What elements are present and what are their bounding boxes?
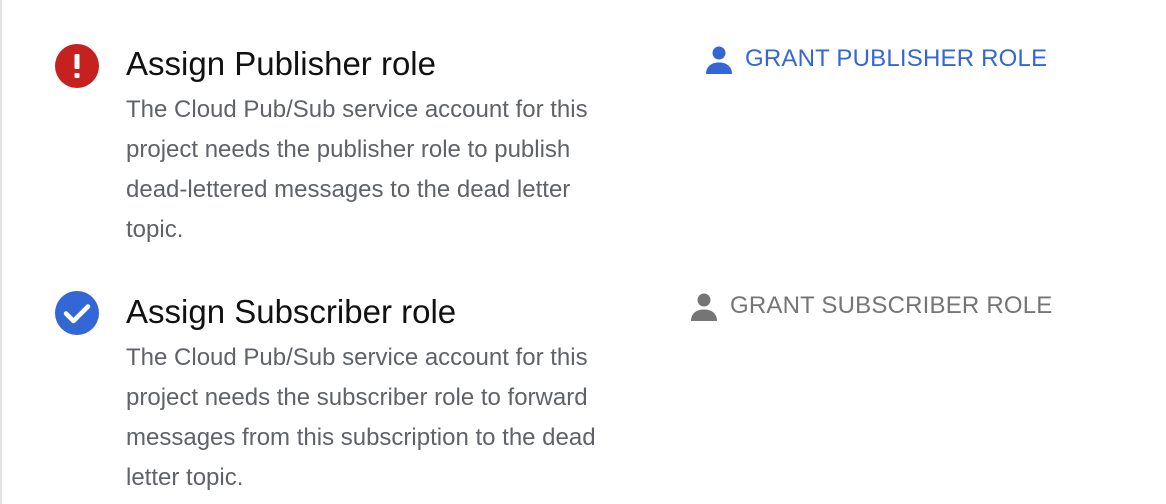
publisher-role-description: The Cloud Pub/Sub service account for th…: [126, 96, 588, 243]
person-icon: [690, 291, 718, 321]
grant-subscriber-role-label: GRANT SUBSCRIBER ROLE: [730, 292, 1053, 319]
person-icon: [705, 44, 733, 74]
subscriber-role-description: The Cloud Pub/Sub service account for th…: [126, 344, 596, 491]
dead-letter-permissions-panel: Assign Publisher role The Cloud Pub/Sub …: [0, 0, 1166, 504]
grant-publisher-role-button[interactable]: GRANT PUBLISHER ROLE: [705, 44, 1047, 74]
check-circle-icon: [55, 291, 99, 335]
publisher-role-title: Assign Publisher role: [126, 45, 436, 82]
grant-subscriber-role-button[interactable]: GRANT SUBSCRIBER ROLE: [690, 291, 1053, 321]
grant-publisher-role-label: GRANT PUBLISHER ROLE: [745, 45, 1048, 72]
error-icon: [55, 44, 99, 88]
subscriber-role-title: Assign Subscriber role: [126, 293, 457, 330]
